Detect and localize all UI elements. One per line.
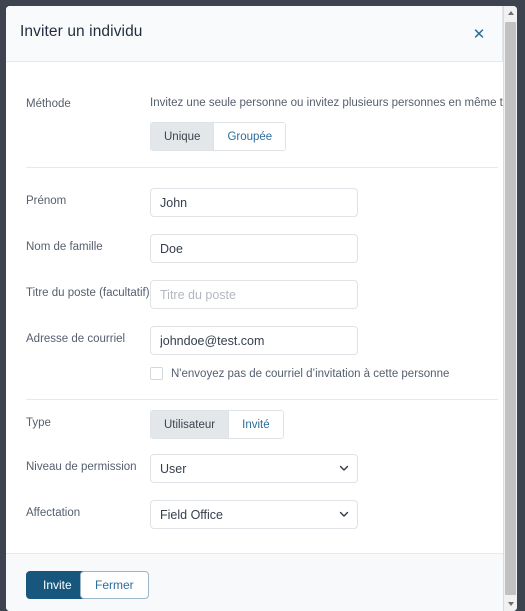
vertical-scrollbar[interactable] <box>503 6 517 611</box>
type-option-invite[interactable]: Invité <box>228 411 283 438</box>
close-icon[interactable]: ✕ <box>466 21 492 47</box>
assignment-select[interactable]: Field Office <box>150 500 358 529</box>
scrollbar-thumb[interactable] <box>505 22 516 595</box>
method-label: Méthode <box>26 98 71 110</box>
assignment-label: Affectation <box>26 507 81 519</box>
method-segmented-control: Unique Groupée <box>150 122 287 151</box>
dialog-body: Méthode Invitez une seule personne ou in… <box>6 62 517 553</box>
job-title-label: Titre du poste (facultatif) <box>26 287 150 299</box>
method-helper-text: Invitez une seule personne ou invitez pl… <box>150 97 517 109</box>
method-option-unique[interactable]: Unique <box>151 123 214 150</box>
job-title-input[interactable] <box>150 280 358 309</box>
email-label: Adresse de courriel <box>26 333 126 345</box>
scroll-down-arrow-icon[interactable] <box>504 597 517 611</box>
permission-level-label: Niveau de permission <box>26 461 137 473</box>
no-invitation-email-checkbox-row[interactable]: N'envoyez pas de courriel d’invitation à… <box>150 367 449 380</box>
section-divider <box>26 167 498 168</box>
app-root: Inviter un individu ✕ Méthode Invitez un… <box>0 0 525 611</box>
scroll-up-arrow-glyph <box>507 11 514 15</box>
type-label: Type <box>26 417 51 429</box>
permission-level-select[interactable]: User <box>150 454 358 483</box>
first-name-input[interactable] <box>150 188 358 217</box>
permission-level-value[interactable]: User <box>150 454 358 483</box>
last-name-label: Nom de famille <box>26 241 103 253</box>
assignment-value[interactable]: Field Office <box>150 500 358 529</box>
no-invitation-email-checkbox[interactable] <box>150 367 163 380</box>
email-input[interactable] <box>150 326 358 355</box>
invite-individual-dialog: Inviter un individu ✕ Méthode Invitez un… <box>6 6 517 611</box>
dialog-title: Inviter un individu <box>20 23 143 40</box>
type-option-utilisateur[interactable]: Utilisateur <box>151 411 229 438</box>
scroll-down-arrow-glyph <box>507 602 514 606</box>
no-invitation-email-label: N'envoyez pas de courriel d’invitation à… <box>171 367 450 380</box>
first-name-label: Prénom <box>26 195 67 207</box>
close-button[interactable]: Fermer <box>80 571 149 599</box>
last-name-input[interactable] <box>150 234 358 263</box>
type-segmented-control: Utilisateur Invité <box>150 410 284 439</box>
dialog-footer: Invite Fermer <box>6 553 503 611</box>
dialog-header: Inviter un individu ✕ <box>6 6 502 62</box>
method-option-groupee[interactable]: Groupée <box>213 123 286 150</box>
dialog-content-area: Inviter un individu ✕ Méthode Invitez un… <box>6 6 517 611</box>
scroll-up-arrow-icon[interactable] <box>504 6 517 20</box>
section-divider-2 <box>26 399 498 400</box>
